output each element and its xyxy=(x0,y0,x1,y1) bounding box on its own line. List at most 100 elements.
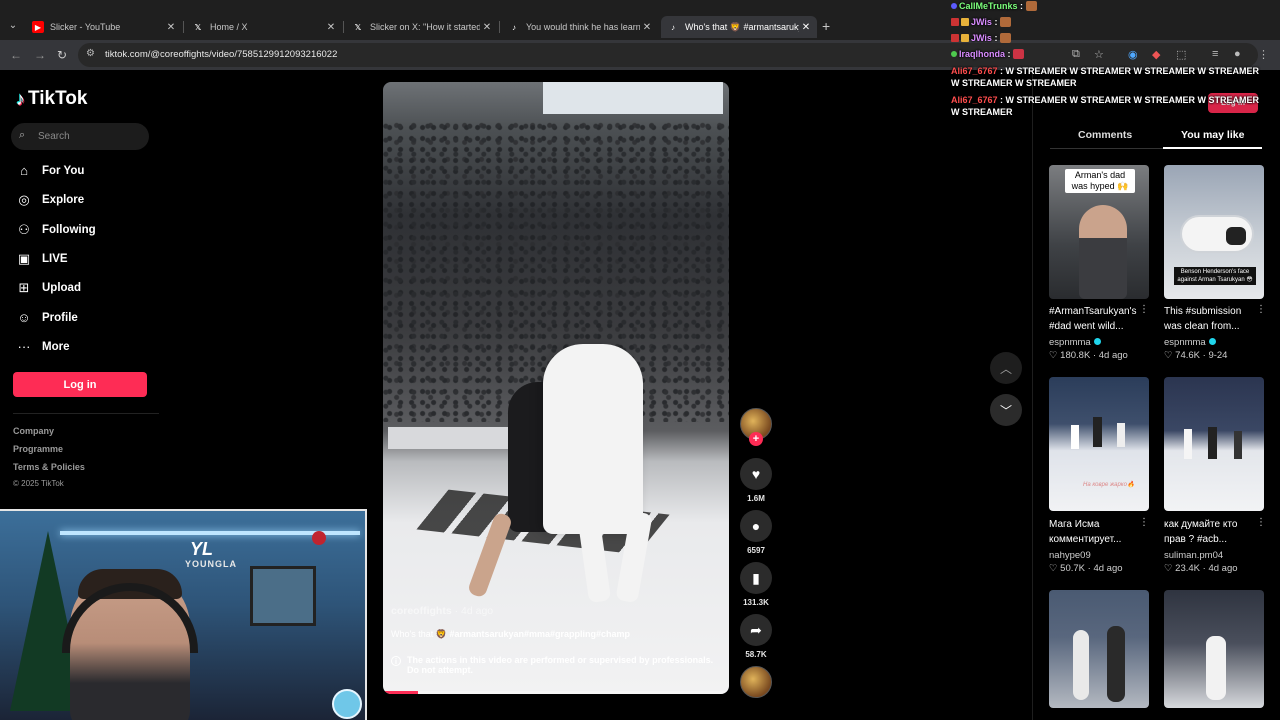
login-button[interactable]: Log in xyxy=(13,372,147,397)
save-button[interactable]: ▮ xyxy=(740,562,772,594)
forward-arrow-icon[interactable]: → xyxy=(34,48,46,62)
chat-badge-icon xyxy=(951,18,959,26)
card-author[interactable]: espnmma xyxy=(1049,337,1101,348)
heart-outline-icon: ♡ xyxy=(1164,563,1173,574)
streamer-webcam: YL YOUNGLA xyxy=(0,509,367,720)
search-input[interactable]: ⌕ Search xyxy=(11,123,149,150)
card-stats: ♡ 23.4K · 4d ago xyxy=(1164,563,1238,574)
heart-outline-icon: ♡ xyxy=(1049,563,1058,574)
browser-tab-4[interactable]: ♪ You would think he has learned ✕ xyxy=(502,16,658,38)
panel-divider xyxy=(1032,70,1033,720)
card-author[interactable]: nahype09 xyxy=(1049,550,1091,561)
card-title[interactable]: This #submission was clean from... xyxy=(1164,304,1260,334)
url-field[interactable]: ⚙ tiktok.com/@coreoffights/video/7585129… xyxy=(78,43,1269,67)
nav-upload[interactable]: ⊞ Upload xyxy=(15,278,81,298)
youtube-icon: ▶ xyxy=(32,21,44,33)
video-thumbnail[interactable]: Benson Henderson's face against Arman Ts… xyxy=(1164,165,1264,299)
close-icon[interactable]: ✕ xyxy=(640,22,654,33)
copyright: © 2025 TikTok xyxy=(13,479,64,488)
nav-for-you[interactable]: ⌂ For You xyxy=(15,161,84,181)
nav-following[interactable]: ⚇ Following xyxy=(15,220,95,240)
video-thumbnail[interactable]: На ковре жарко🔥 xyxy=(1049,377,1149,511)
share-button[interactable]: ➦ xyxy=(740,614,772,646)
video-player[interactable]: coreoffights · 4d ago Who's that 🦁 #arma… xyxy=(383,82,729,694)
tab-comments[interactable]: Comments xyxy=(1078,129,1132,141)
reload-icon[interactable]: ↻ xyxy=(57,48,67,62)
video-thumbnail[interactable] xyxy=(1164,590,1264,708)
new-tab-plus-icon[interactable]: + xyxy=(822,18,830,34)
follow-plus-icon[interactable]: + xyxy=(749,432,763,446)
kebab-menu-icon[interactable]: ⋮ xyxy=(1258,48,1269,61)
tiktok-logo[interactable]: ♪ TikTok xyxy=(16,88,87,110)
comment-icon: ● xyxy=(751,518,761,534)
tab-you-may-like[interactable]: You may like xyxy=(1181,129,1244,141)
next-video-button[interactable]: ﹀ xyxy=(990,394,1022,426)
chat-message: JWis : xyxy=(951,16,1011,28)
site-info-icon[interactable]: ⚙ xyxy=(86,48,95,59)
video-progress-bar[interactable] xyxy=(383,691,729,694)
install-app-icon[interactable]: ⧉ xyxy=(1072,48,1080,61)
card-author[interactable]: suliman.pm04 xyxy=(1164,550,1223,561)
card-author[interactable]: espnmma xyxy=(1164,337,1216,348)
browser-tab-3[interactable]: 𝕏 Slicker on X: "How it started vs h ✕ xyxy=(346,16,498,38)
browser-tab-bar: ⌄ ▶ Slicker - YouTube ✕ 𝕏 Home / X ✕ 𝕏 S… xyxy=(0,0,1280,40)
card-title[interactable]: #ArmanTsarukyan's #dad went wild... xyxy=(1049,304,1145,334)
close-icon[interactable]: ✕ xyxy=(164,22,178,33)
heart-icon: ♥ xyxy=(751,466,761,482)
browser-tab-5-active[interactable]: ♪ Who's that 🦁 #armantsarukya ✕ xyxy=(661,16,817,38)
fighter-white xyxy=(543,344,643,534)
video-thumbnail[interactable] xyxy=(1049,590,1149,708)
like-button[interactable]: ♥ xyxy=(740,458,772,490)
card-more-icon[interactable]: ⋮ xyxy=(1256,304,1266,315)
x-icon: 𝕏 xyxy=(354,22,362,32)
extension-icon[interactable]: ◉ xyxy=(1128,48,1138,61)
card-more-icon[interactable]: ⋮ xyxy=(1139,517,1149,528)
nav-explore[interactable]: ◎ Explore xyxy=(15,190,84,210)
nav-live[interactable]: ▣ LIVE xyxy=(15,249,68,269)
card-title[interactable]: как думайте кто прав ? #acb... xyxy=(1164,517,1260,547)
card-more-icon[interactable]: ⋮ xyxy=(1139,304,1149,315)
caption-hashtags[interactable]: #armantsarukyan#mma#grappling#champ xyxy=(449,629,630,639)
chat-badge-icon xyxy=(951,3,957,9)
close-icon[interactable]: ✕ xyxy=(799,22,813,33)
tiktok-icon: ♪ xyxy=(671,22,675,32)
media-control-icon[interactable]: ≡ xyxy=(1212,48,1218,60)
thumbnail-person xyxy=(1071,425,1079,449)
browser-tab-1[interactable]: ▶ Slicker - YouTube ✕ xyxy=(26,16,182,38)
nav-profile[interactable]: ☺ Profile xyxy=(15,308,77,328)
tab-search-icon[interactable]: ⌄ xyxy=(4,17,22,35)
nav-more[interactable]: ··· More xyxy=(15,337,70,357)
footer-link-terms[interactable]: Terms & Policies xyxy=(13,462,85,472)
video-author[interactable]: coreoffights · 4d ago xyxy=(391,605,493,617)
brand-logo-text: YOUNGLA xyxy=(185,559,237,569)
footer-link-company[interactable]: Company xyxy=(13,426,54,436)
footer-link-programme[interactable]: Programme xyxy=(13,444,63,454)
video-thumbnail[interactable] xyxy=(1164,377,1264,511)
back-arrow-icon[interactable]: ← xyxy=(10,48,22,62)
close-icon[interactable]: ✕ xyxy=(324,22,338,33)
close-icon[interactable]: ✕ xyxy=(480,22,494,33)
thumbnail-person xyxy=(1234,431,1242,459)
card-title[interactable]: Мага Исма комментирует... xyxy=(1049,517,1145,547)
profile-avatar-icon[interactable]: ● xyxy=(1234,48,1241,60)
extensions-puzzle-icon[interactable]: ⬚ xyxy=(1176,48,1186,61)
chat-message: CallMeTrunks : xyxy=(951,0,1037,12)
thumbnail-person xyxy=(1226,227,1246,245)
comment-button[interactable]: ● xyxy=(740,510,772,542)
chat-badge-icon xyxy=(951,51,957,57)
card-more-icon[interactable]: ⋮ xyxy=(1256,517,1266,528)
bookmark-icon: ▮ xyxy=(752,569,760,586)
previous-video-button[interactable]: ︿ xyxy=(990,352,1022,384)
share-arrow-icon: ➦ xyxy=(750,621,762,638)
browser-tab-2[interactable]: 𝕏 Home / X ✕ xyxy=(186,16,342,38)
thumbnail-person xyxy=(1073,630,1089,700)
ornament xyxy=(312,531,326,545)
sound-disc-icon[interactable] xyxy=(740,666,772,698)
video-progress-fill xyxy=(383,691,418,694)
video-thumbnail[interactable]: Arman's dad was hyped 🙌 xyxy=(1049,165,1149,299)
chat-message: Ali67_6767 : W STREAMER W STREAMER W STR… xyxy=(951,66,1260,88)
bookmark-star-icon[interactable]: ☆ xyxy=(1094,48,1104,61)
profile-icon: ☺ xyxy=(17,310,31,325)
extension-icon[interactable]: ◆ xyxy=(1152,48,1160,61)
tab-divider xyxy=(183,21,184,33)
